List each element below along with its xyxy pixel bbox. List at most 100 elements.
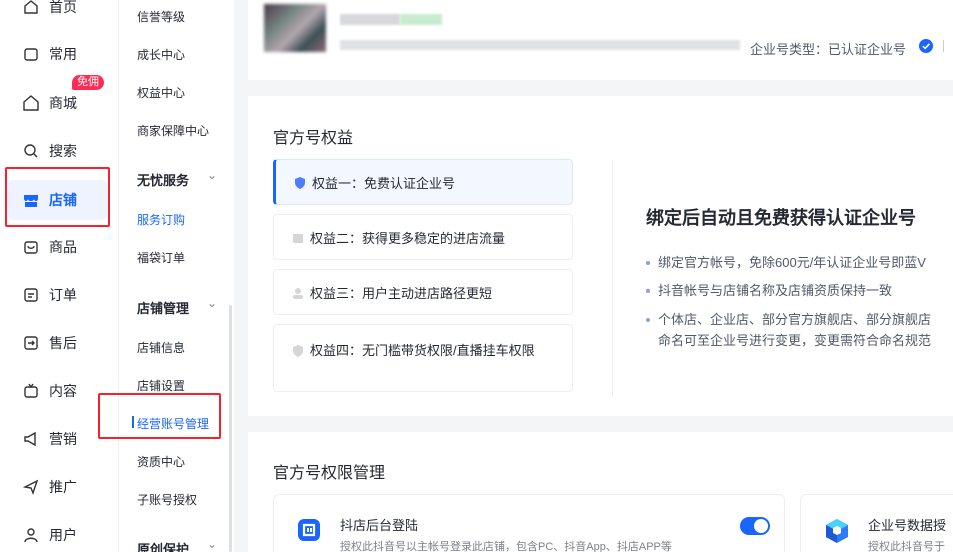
bullet-text: 抖音帐号与店铺名称及店铺资质保持一致 [658,283,893,298]
blurred-account-details [340,40,740,50]
cube-icon [826,519,848,543]
user-icon [293,288,303,299]
submenu-item-reputation[interactable]: 信誉等级 [137,8,185,25]
nav-label: 首页 [49,0,77,15]
benefit-bullet-continued: 命名可至企业号进行变更，变更需符合命名规范 [658,333,932,348]
nav-label: 常用 [49,46,77,62]
bullet-dot [646,317,650,322]
bullet-dot [646,288,650,293]
permission-description: 授权此抖音号于 [868,541,945,552]
group-label: 店铺管理 [137,301,190,316]
benefit-item-2[interactable]: 权益二：获得更多稳定的进店流量 [273,214,573,260]
nav-item-promotion[interactable]: 推广 [8,467,108,507]
account-type-label: 企业号类型：已认证企业号 [750,42,907,57]
user-icon [22,526,40,544]
submenu-group-shop-manage[interactable]: 店铺管理 ⌄ [137,296,217,317]
nav-item-search[interactable]: 搜索 [8,131,108,171]
megaphone-icon [22,430,40,448]
benefit-item-1[interactable]: 权益一：免费认证企业号 [273,159,573,205]
section-title: 官方号权限管理 [273,465,386,482]
nav-item-mall[interactable]: 商城 免佣 [8,75,108,123]
submenu-item-growth[interactable]: 成长中心 [137,46,185,63]
chevron-down-icon: ⌄ [207,296,218,310]
benefit-item-3[interactable]: 权益三：用户主动进店路径更短 [273,269,573,315]
group-label: 无忧服务 [137,173,190,188]
nav-label: 内容 [49,383,77,399]
submenu-scrollbar[interactable] [229,305,232,552]
divider [612,160,613,396]
submenu-item-shop-info[interactable]: 店铺信息 [137,339,185,356]
section-title: 官方号权益 [273,130,354,147]
blurred-account-name [340,14,400,25]
nav-label: 搜索 [49,143,77,159]
send-icon [22,478,40,496]
nav-item-home[interactable]: 首页 [8,0,108,27]
tv-icon [22,382,40,400]
secondary-nav: 信誉等级 成长中心 权益中心 商家保障中心 无忧服务 ⌄ 服务订购 福袋订单 店… [118,0,234,552]
bullet-text: 绑定官方帐号，免除600元/年认证企业号即蓝V [658,255,926,270]
nav-label: 用户 [49,527,77,543]
nav-label: 营销 [49,431,77,447]
submenu-item-subaccount[interactable]: 子账号授权 [137,491,197,508]
group-label: 原创保护 [137,542,190,552]
permission-item-enterprise-data: 企业号数据授 授权此抖音号于 [800,494,953,552]
verified-check-icon [919,39,933,53]
highlight-box-business-account [98,393,221,439]
permission-management-card: 官方号权限管理 抖店后台登陆 授权此抖音号以主帐号登录此店铺，包含PC、抖音Ap… [248,432,953,552]
nav-item-user[interactable]: 用户 [8,515,108,552]
permission-name: 抖店后台登陆 [340,518,419,533]
nav-label: 订单 [49,287,77,303]
benefit-item-4[interactable]: 权益四：无门槛带货权限/直播挂车权限 [273,324,573,392]
highlight-box-shop [5,167,110,227]
submenu-item-qualification[interactable]: 资质中心 [137,453,185,470]
nav-item-aftersale[interactable]: 售后 [8,323,108,363]
shield-icon [295,177,305,189]
submenu-group-original[interactable]: 原创保护 ⌄ [137,537,217,552]
bag-icon [22,238,40,256]
submenu-item-lucky-bag[interactable]: 福袋订单 [137,249,185,266]
benefit-label: 权益一：免费认证企业号 [312,175,456,191]
search-icon [22,142,40,160]
chevron-down-icon: ⌄ [207,168,218,182]
doudian-logo-icon [298,519,320,541]
nav-item-common[interactable]: 常用 [8,34,108,74]
benefit-bullet: 绑定官方帐号，免除600元/年认证企业号即蓝V [646,252,926,274]
submenu-item-service-order[interactable]: 服务订购 [137,211,185,228]
submenu-group-worry-free[interactable]: 无忧服务 ⌄ [137,168,217,189]
benefit-bullet: 抖音帐号与店铺名称及店铺资质保持一致 [646,280,892,302]
benefit-label: 权益二：获得更多稳定的进店流量 [310,230,506,246]
backend-login-toggle[interactable] [740,517,770,535]
aftersale-icon [22,334,40,352]
free-commission-badge: 免佣 [72,75,104,90]
nav-label: 商品 [49,239,77,255]
chevron-down-icon: ⌄ [207,537,218,551]
nav-item-marketing[interactable]: 营销 [8,419,108,459]
benefit-label: 权益三：用户主动进店路径更短 [310,285,493,301]
account-avatar [264,4,326,52]
permission-item-backend-login: 抖店后台登陆 授权此抖音号以主帐号登录此店铺，包含PC、抖音App、抖店APP等 [273,494,785,552]
nav-label: 商城 [49,95,77,111]
home-icon [22,0,40,16]
nav-item-goods[interactable]: 商品 [8,227,108,267]
submenu-item-shop-settings[interactable]: 店铺设置 [137,377,185,394]
official-benefits-card: 官方号权益 权益一：免费认证企业号 权益二：获得更多稳定的进店流量 权益三：用户… [248,96,953,416]
benefit-headline: 绑定后自动且免费获得认证企业号 [646,208,916,228]
mall-icon [22,94,40,112]
primary-nav: 首页 常用 商城 免佣 搜索 店铺 商品 订单 售后 内容 营销 推广 用户 [0,0,118,552]
submenu-item-guarantee[interactable]: 商家保障中心 [137,122,209,139]
divider [943,40,944,52]
permission-description: 授权此抖音号以主帐号登录此店铺，包含PC、抖音App、抖店APP等 [340,541,672,552]
nav-item-content[interactable]: 内容 [8,371,108,411]
folder-icon [22,45,40,63]
blurred-account-tag [400,14,442,25]
nav-label: 推广 [49,479,77,495]
nav-label: 售后 [49,335,77,351]
permission-name: 企业号数据授 [868,518,947,533]
store-icon [293,234,303,243]
submenu-item-benefits[interactable]: 权益中心 [137,84,185,101]
bullet-dot [646,260,650,265]
bullet-text: 个体店、企业店、部分官方旗舰店、部分旗舰店 [658,312,932,327]
benefit-label: 权益四：无门槛带货权限/直播挂车权限 [310,343,535,358]
benefit-bullet: 个体店、企业店、部分官方旗舰店、部分旗舰店 [646,309,931,331]
nav-item-order[interactable]: 订单 [8,275,108,315]
